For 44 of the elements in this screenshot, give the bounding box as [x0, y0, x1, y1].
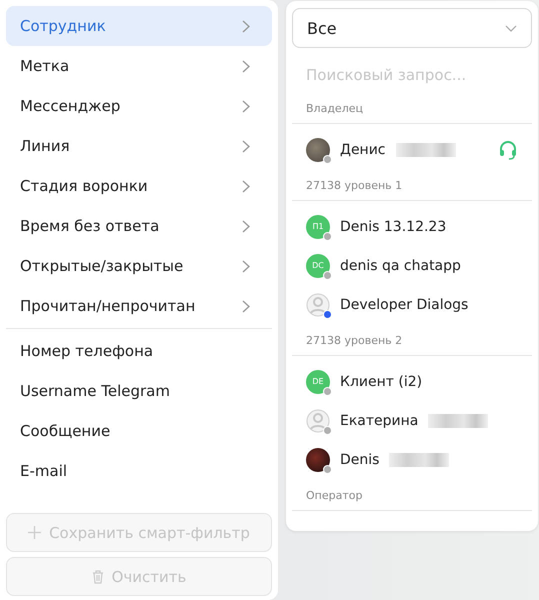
- person-name[interactable]: Developer Dialogs: [340, 296, 468, 312]
- filter-category-item[interactable]: Открытые/закрытые: [6, 246, 272, 286]
- chevron-right-icon: [242, 100, 250, 112]
- trash-icon: [92, 570, 104, 584]
- group-heading: 27138 уровень 1: [292, 169, 532, 201]
- plus-icon: [28, 526, 42, 539]
- person-name[interactable]: denis qa chatapp: [340, 258, 461, 274]
- chevron-right-icon: [242, 20, 250, 32]
- filter-field-item[interactable]: Номер телефона: [6, 331, 272, 371]
- scope-select[interactable]: Все: [292, 8, 532, 48]
- filter-category-item[interactable]: Сотрудник: [6, 6, 272, 46]
- chevron-right-icon: [242, 140, 250, 152]
- initials-avatar: DE: [306, 370, 330, 394]
- chevron-down-icon: [505, 24, 517, 32]
- redacted-block: [389, 452, 450, 466]
- group-heading: Оператор: [292, 479, 532, 511]
- person-name[interactable]: Denis: [340, 452, 380, 468]
- initials-avatar: DC: [306, 254, 330, 278]
- chevron-right-icon: [242, 60, 250, 72]
- initials-avatar: П1: [306, 214, 330, 238]
- headset-icon: [498, 140, 518, 160]
- filter-field-item[interactable]: E-mail: [6, 451, 272, 491]
- filter-field-item[interactable]: Сообщение: [6, 411, 272, 451]
- filter-category-item[interactable]: Стадия воронки: [6, 166, 272, 206]
- filter-category-item[interactable]: Время без ответа: [6, 206, 272, 246]
- person-name[interactable]: Denis 13.12.23: [340, 218, 446, 234]
- user-silhouette-icon: [306, 292, 330, 316]
- chevron-right-icon: [242, 300, 250, 312]
- chevron-right-icon: [242, 220, 250, 232]
- filter-category-item[interactable]: Линия: [6, 126, 272, 166]
- group-heading: 27138 уровень 2: [292, 324, 532, 356]
- group-heading: Владелец: [292, 92, 532, 124]
- chevron-right-icon: [242, 180, 250, 192]
- person-name[interactable]: Екатерина: [340, 412, 418, 428]
- filter-field-item[interactable]: Username Telegram: [6, 371, 272, 411]
- person-name[interactable]: Клиент (i2): [340, 374, 422, 390]
- chevron-right-icon: [242, 260, 250, 272]
- filter-category-item[interactable]: Прочитан/непрочитан: [6, 286, 272, 326]
- user-silhouette-icon: [306, 408, 330, 432]
- person-name[interactable]: Денис: [340, 142, 386, 158]
- filter-category-item[interactable]: Мессенджер: [6, 86, 272, 126]
- redacted-block: [428, 414, 488, 428]
- redacted-block: [396, 142, 456, 156]
- filter-category-item[interactable]: Метка: [6, 46, 272, 86]
